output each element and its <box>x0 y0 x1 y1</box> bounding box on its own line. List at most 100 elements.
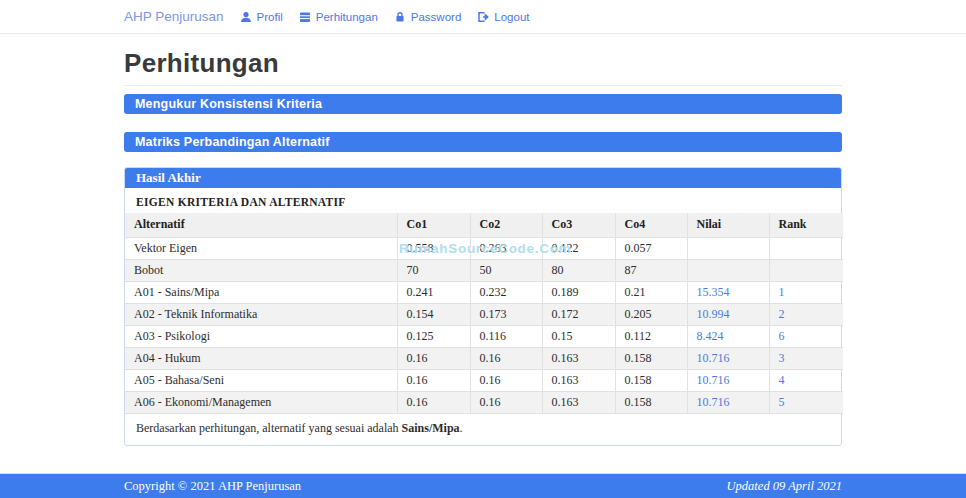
note-suffix: . <box>460 421 463 435</box>
row-value: 0.189 <box>542 281 615 303</box>
nav-item-password[interactable]: Password <box>394 11 462 23</box>
row-value: 0.241 <box>397 281 470 303</box>
column-header: Co3 <box>542 213 615 237</box>
row-value: 4 <box>769 369 843 391</box>
rank-link[interactable]: 5 <box>779 395 785 409</box>
row-value: 0.232 <box>470 281 542 303</box>
brand[interactable]: AHP Penjurusan <box>124 9 224 24</box>
column-header: Co2 <box>470 213 542 237</box>
nav-item-label: Logout <box>494 11 529 23</box>
row-value: 0.158 <box>615 347 687 369</box>
conclusion-note: Berdasarkan perhitungan, alternatif yang… <box>125 414 841 445</box>
card-subtitle: EIGEN KRITERIA DAN ALTERNATIF <box>125 188 841 213</box>
column-header: Co1 <box>397 213 470 237</box>
row-value: 0.173 <box>470 303 542 325</box>
row-value: 2 <box>769 303 843 325</box>
table-row: A02 - Teknik Informatika0.1540.1730.1720… <box>125 303 843 325</box>
nav-item-perhitungan[interactable]: Perhitungan <box>299 11 378 23</box>
row-label: A01 - Sains/Mipa <box>125 281 397 303</box>
footer-updated: Updated 09 April 2021 <box>727 479 842 494</box>
row-value: 0.205 <box>615 303 687 325</box>
row-value: 0.16 <box>470 369 542 391</box>
nilai-link[interactable]: 10.716 <box>697 351 730 365</box>
row-value: 3 <box>769 347 843 369</box>
navbar: AHP Penjurusan Profil Perhitungan Passwo… <box>0 0 966 34</box>
note-bold: Sains/Mipa <box>402 421 460 435</box>
row-value: 6 <box>769 325 843 347</box>
column-header: Nilai <box>687 213 769 237</box>
note-text: Berdasarkan perhitungan, alternatif yang… <box>136 421 402 435</box>
card-header[interactable]: Hasil Akhir <box>125 168 841 188</box>
row-value: 50 <box>470 259 542 281</box>
row-value: 10.994 <box>687 303 769 325</box>
panel-consistency[interactable]: Mengukur Konsistensi Kriteria <box>124 94 842 114</box>
table-row: Bobot70508087 <box>125 259 843 281</box>
calendar-icon <box>299 11 311 23</box>
nilai-link[interactable]: 10.716 <box>697 395 730 409</box>
page-title: Perhitungan <box>124 48 842 79</box>
row-label: A05 - Bahasa/Seni <box>125 369 397 391</box>
results-table-body: Vektor Eigen0.5580.2630.1220.057Bobot705… <box>125 237 843 413</box>
row-value: 0.158 <box>615 391 687 413</box>
table-row: A04 - Hukum0.160.160.1630.15810.7163 <box>125 347 843 369</box>
row-value <box>687 259 769 281</box>
row-value: 70 <box>397 259 470 281</box>
row-value: 0.116 <box>470 325 542 347</box>
footer-copyright: Copyright © 2021 AHP Penjurusan <box>124 479 301 494</box>
row-value: 0.163 <box>542 369 615 391</box>
result-card: Hasil Akhir EIGEN KRITERIA DAN ALTERNATI… <box>124 167 842 446</box>
row-label: A03 - Psikologi <box>125 325 397 347</box>
row-value <box>687 237 769 259</box>
row-value: 0.172 <box>542 303 615 325</box>
row-value: 0.15 <box>542 325 615 347</box>
row-label: A02 - Teknik Informatika <box>125 303 397 325</box>
column-header: Rank <box>769 213 843 237</box>
nilai-link[interactable]: 8.424 <box>697 329 724 343</box>
table-row: A01 - Sains/Mipa0.2410.2320.1890.21 15.35… <box>125 281 843 303</box>
row-value: 15.354 <box>687 281 769 303</box>
title-divider <box>124 85 842 86</box>
row-label: Bobot <box>125 259 397 281</box>
row-value: 5 <box>769 391 843 413</box>
row-value: 0.16 <box>470 391 542 413</box>
nilai-link[interactable]: 10.716 <box>697 373 730 387</box>
row-value: 0.21 <box>615 281 687 303</box>
table-row: A05 - Bahasa/Seni0.160.160.1630.15810.71… <box>125 369 843 391</box>
rank-link[interactable]: 4 <box>779 373 785 387</box>
row-value <box>769 259 843 281</box>
logout-icon <box>477 11 489 23</box>
row-value: 0.16 <box>397 391 470 413</box>
nav-item-logout[interactable]: Logout <box>477 11 529 23</box>
user-icon <box>240 11 252 23</box>
row-value: 10.716 <box>687 369 769 391</box>
rank-link[interactable]: 1 <box>779 285 785 299</box>
nilai-link[interactable]: 10.994 <box>697 307 730 321</box>
row-value: 0.16 <box>470 347 542 369</box>
table-header-row: AlternatifCo1Co2Co3Co4NilaiRank <box>125 213 843 237</box>
lock-icon <box>394 11 406 23</box>
row-value: 10.716 <box>687 347 769 369</box>
row-value: 0.057 <box>615 237 687 259</box>
rank-link[interactable]: 6 <box>779 329 785 343</box>
row-value: 0.154 <box>397 303 470 325</box>
row-value: 0.158 <box>615 369 687 391</box>
nav-item-label: Password <box>411 11 462 23</box>
rank-link[interactable]: 2 <box>779 307 785 321</box>
row-value: 0.16 <box>397 369 470 391</box>
column-header: Alternatif <box>125 213 397 237</box>
row-value: 0.125 <box>397 325 470 347</box>
nav-item-profil[interactable]: Profil <box>240 11 283 23</box>
row-value: 1 <box>769 281 843 303</box>
nav-item-label: Profil <box>257 11 283 23</box>
row-label: A04 - Hukum <box>125 347 397 369</box>
rank-link[interactable]: 3 <box>779 351 785 365</box>
row-value: 0.112 <box>615 325 687 347</box>
row-value: 80 <box>542 259 615 281</box>
row-value: 0.16 <box>397 347 470 369</box>
table-row: A06 - Ekonomi/Managemen0.160.160.1630.15… <box>125 391 843 413</box>
row-value: 87 <box>615 259 687 281</box>
nav-item-label: Perhitungan <box>316 11 378 23</box>
nilai-link[interactable]: 15.354 <box>697 285 730 299</box>
panel-matrix[interactable]: Matriks Perbandingan Alternatif <box>124 132 842 152</box>
footer: Copyright © 2021 AHP Penjurusan Updated … <box>0 473 966 498</box>
